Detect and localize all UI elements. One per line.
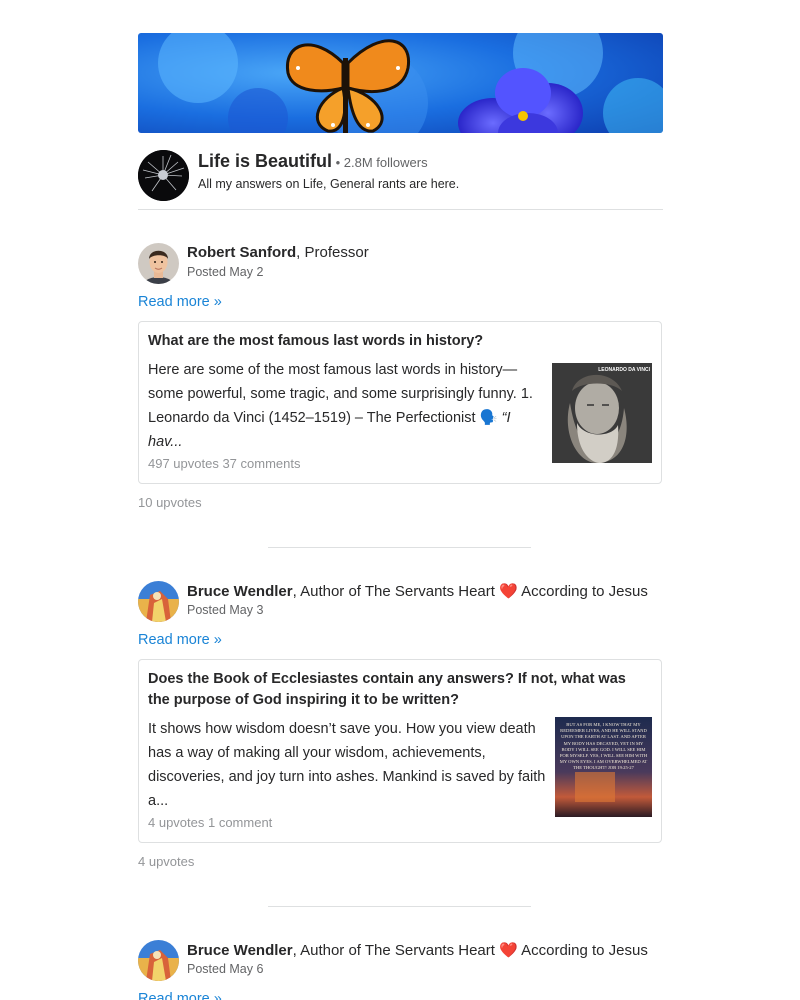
space-followers-count: • 2.8M followers <box>332 155 428 170</box>
question-title[interactable]: Does the Book of Ecclesiastes contain an… <box>148 669 648 711</box>
excerpt-text: Here are some of the most famous last wo… <box>148 362 533 426</box>
answer-thumbnail[interactable]: BUT AS FOR ME, I KNOW THAT MY REDEEMER L… <box>555 717 652 817</box>
author-row: Bruce Wendler, Author of The Servants He… <box>138 581 663 625</box>
author-name[interactable]: Bruce Wendler <box>187 942 293 959</box>
read-more-link[interactable]: Read more » <box>138 294 663 310</box>
shared-answer-card[interactable]: What are the most famous last words in h… <box>138 321 662 484</box>
space-banner-image <box>138 33 663 133</box>
post-date[interactable]: Posted May 6 <box>187 962 263 976</box>
question-title[interactable]: What are the most famous last words in h… <box>148 331 648 352</box>
author-name[interactable]: Bruce Wendler <box>187 583 293 600</box>
post: Bruce Wendler, Author of The Servants He… <box>138 940 663 1000</box>
author-credential-line: Bruce Wendler, Author of The Servants He… <box>187 582 648 600</box>
avatar[interactable] <box>138 581 179 622</box>
answer-stats: 4 upvotes 1 comment <box>148 815 273 830</box>
thumbnail-label: BUT AS FOR ME, I KNOW THAT MY REDEEMER L… <box>559 722 648 771</box>
space-avatar[interactable] <box>138 150 189 201</box>
post-upvotes[interactable]: 10 upvotes <box>138 495 663 510</box>
read-more-link[interactable]: Read more » <box>138 632 663 648</box>
author-name[interactable]: Robert Sanford <box>187 244 296 261</box>
post-upvotes[interactable]: 4 upvotes <box>138 854 663 869</box>
author-credential-line: Robert Sanford, Professor <box>187 244 369 261</box>
read-more-link[interactable]: Read more » <box>138 991 663 1000</box>
space-title[interactable]: Life is Beautiful <box>198 151 332 171</box>
space-description: All my answers on Life, General rants ar… <box>198 177 460 191</box>
author-row: Bruce Wendler, Author of The Servants He… <box>138 940 663 984</box>
space-page: Life is Beautiful • 2.8M followers All m… <box>138 33 663 1000</box>
answer-excerpt: It shows how wisdom doesn’t save you. Ho… <box>148 721 546 809</box>
answer-excerpt: Here are some of the most famous last wo… <box>148 358 548 454</box>
answer-thumbnail[interactable]: LEONARDO DA VINCI <box>552 363 652 463</box>
author-credential: , Author of The Servants Heart ❤️ Accord… <box>292 942 648 959</box>
space-header: Life is Beautiful • 2.8M followers All m… <box>138 133 663 210</box>
post-divider <box>268 906 531 907</box>
post-date[interactable]: Posted May 3 <box>187 603 263 617</box>
author-credential-line: Bruce Wendler, Author of The Servants He… <box>187 941 648 959</box>
thumbnail-label: LEONARDO DA VINCI <box>598 367 650 373</box>
post: Robert Sanford, Professor Posted May 2 R… <box>138 243 663 510</box>
post: Bruce Wendler, Author of The Servants He… <box>138 581 663 869</box>
shared-answer-card[interactable]: Does the Book of Ecclesiastes contain an… <box>138 659 662 843</box>
post-date[interactable]: Posted May 2 <box>187 265 263 279</box>
post-divider <box>268 547 531 548</box>
author-credential: , Author of The Servants Heart ❤️ Accord… <box>292 583 648 600</box>
author-credential: , Professor <box>296 244 369 261</box>
avatar[interactable] <box>138 940 179 981</box>
author-row: Robert Sanford, Professor Posted May 2 <box>138 243 663 287</box>
avatar[interactable] <box>138 243 179 284</box>
